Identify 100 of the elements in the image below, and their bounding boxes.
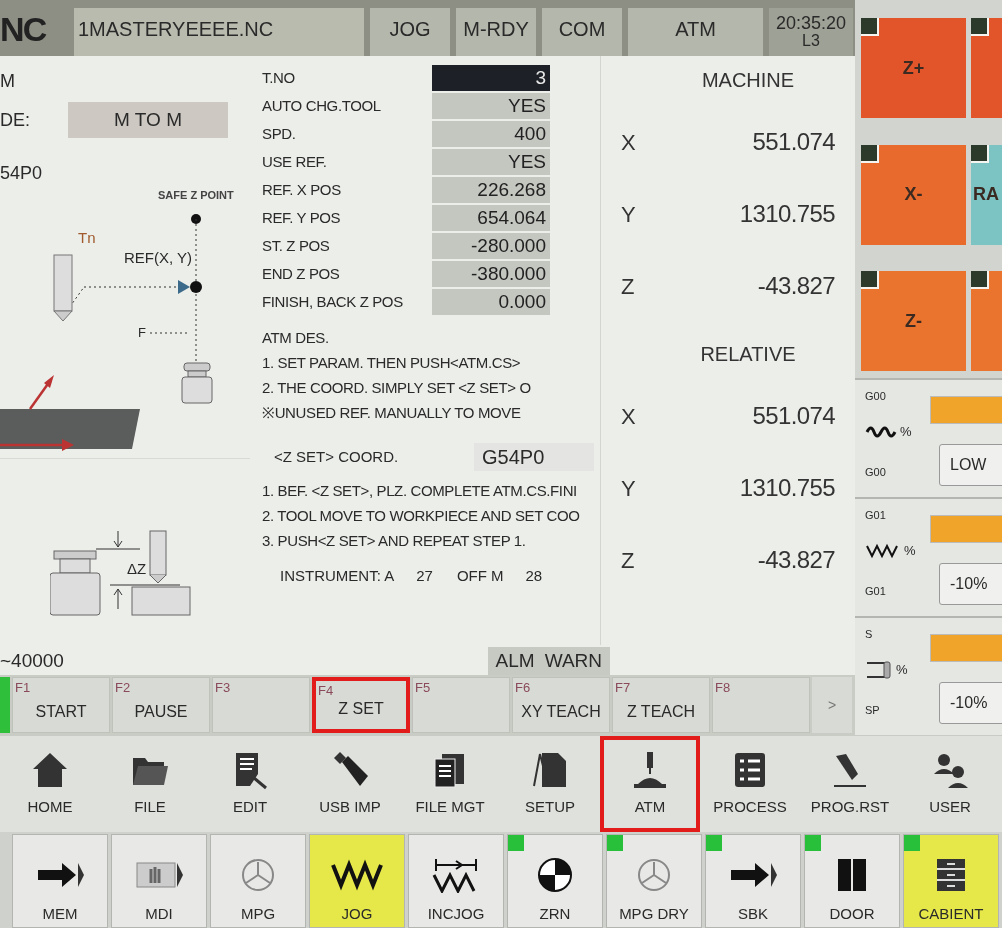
mode-button[interactable]: SBK	[705, 834, 801, 928]
line-label: L3	[802, 32, 820, 50]
key-number: F8	[715, 679, 731, 697]
axis-move-button[interactable]: X-	[861, 144, 966, 245]
key-number: F3	[215, 679, 231, 697]
logo: NC	[0, 9, 47, 50]
param-label: END Z POS	[262, 265, 341, 283]
menu-button[interactable]: FILE	[100, 736, 200, 832]
axis-value: 551.074	[752, 127, 835, 157]
function-key[interactable]: F2 PAUSE	[112, 677, 210, 733]
diagram-label: Tn	[78, 228, 96, 248]
instruction-line: 3. PUSH<Z SET> AND REPEAT STEP 1.	[262, 531, 527, 551]
param-label: USE REF.	[262, 153, 328, 171]
spindle-icon	[865, 660, 893, 680]
param-value[interactable]: 654.064	[432, 205, 550, 231]
percent-sign: %	[896, 661, 908, 680]
function-key[interactable]: F3	[212, 677, 310, 733]
key-number: F5	[415, 679, 431, 697]
param-label: FINISH, BACK Z POS	[262, 293, 404, 311]
param-value[interactable]: YES	[432, 93, 550, 119]
mode-button[interactable]: INCJOG	[408, 834, 504, 928]
menu-button[interactable]: USER	[900, 736, 1000, 832]
function-key[interactable]: F5	[412, 677, 510, 733]
axis-move-button[interactable]: Z+	[861, 18, 966, 118]
alarm-label: ALM	[495, 648, 535, 673]
axis-move-button[interactable]	[971, 18, 1002, 118]
function-key[interactable]: F6 XY TEACH	[512, 677, 610, 733]
percent-sign: %	[904, 542, 916, 560]
param-value[interactable]: 226.268	[432, 177, 550, 203]
mode-button[interactable]: MPG	[210, 834, 306, 928]
diagram-label: SAFE Z POINT	[158, 188, 234, 203]
mode-button[interactable]: ZRN	[507, 834, 603, 928]
mode-button[interactable]: MDI	[111, 834, 207, 928]
instrument-label: INSTRUMENT: A	[280, 566, 395, 586]
key-number: F7	[615, 679, 631, 697]
menu-button[interactable]: ATM	[600, 736, 700, 832]
function-key[interactable]: F8	[712, 677, 810, 733]
menu-button[interactable]: HOME	[0, 736, 100, 832]
override-label: G01	[865, 584, 886, 599]
axis-value: 1310.755	[739, 199, 835, 229]
param-value[interactable]: -380.000	[432, 261, 550, 287]
status-label: COM	[542, 8, 622, 56]
param-label: REF. X POS	[262, 181, 342, 199]
diagram-label: F	[138, 324, 146, 342]
mode-button[interactable]: DOOR	[804, 834, 900, 928]
section-title: ATM DES.	[262, 328, 330, 348]
menu-button[interactable]: EDIT	[200, 736, 300, 832]
override-button[interactable]: -10%	[939, 563, 1002, 605]
zset-value[interactable]: G54P0	[474, 443, 594, 471]
mode-button[interactable]: JOG	[309, 834, 405, 928]
menu-button[interactable]: PROCESS	[700, 736, 800, 832]
mode-value: M TO M	[68, 102, 228, 138]
delta-z-label: ΔZ	[127, 558, 147, 579]
key-number: F1	[15, 679, 31, 697]
mode-button[interactable]: CABIENT	[903, 834, 999, 928]
axis-value: 551.074	[752, 401, 835, 431]
mode-button[interactable]: MEM	[12, 834, 108, 928]
zigzag-icon	[865, 542, 901, 559]
param-value[interactable]: 400	[432, 121, 550, 147]
axis-value: -43.827	[757, 545, 835, 575]
override-label: G00	[865, 389, 886, 404]
menu-button[interactable]: PROG.RST	[800, 736, 900, 832]
section-title: RELATIVE	[699, 342, 796, 366]
mode-label: DE:	[0, 108, 30, 132]
menu-button[interactable]: SETUP	[500, 736, 600, 832]
mode-letter: M	[0, 70, 16, 93]
status-label: JOG	[370, 8, 450, 56]
override-label: SP	[865, 703, 880, 718]
key-number: F4	[318, 682, 334, 700]
menu-button[interactable]: FILE MGT	[400, 736, 500, 832]
file-name: 1MASTERYEEEE.NC	[74, 8, 364, 56]
axis-label: X	[621, 402, 636, 431]
override-button[interactable]: -10%	[939, 682, 1002, 724]
axis-move-button[interactable]: Z-	[861, 271, 966, 372]
key-number: F2	[115, 679, 131, 697]
function-key[interactable]: F1 START	[12, 677, 110, 733]
instruction-line: 2. TOOL MOVE TO WORKPIECE AND SET COO	[262, 506, 581, 526]
clock-time: 20:35:20	[775, 14, 847, 32]
menu-button[interactable]: USB IMP	[300, 736, 400, 832]
key-number: F6	[515, 679, 531, 697]
param-value[interactable]: 0.000	[432, 289, 550, 315]
percent-sign: %	[900, 423, 912, 441]
instrument-value: 28	[525, 566, 543, 586]
override-button[interactable]: LOW	[939, 444, 1002, 486]
zset-label: <Z SET> COORD.	[274, 446, 400, 467]
axis-move-button[interactable]	[971, 271, 1002, 372]
mode-button[interactable]: MPG DRY	[606, 834, 702, 928]
axis-value: -43.827	[757, 271, 835, 301]
param-value[interactable]: YES	[432, 149, 550, 175]
alarm-label: WARN	[544, 648, 602, 673]
param-value[interactable]: -280.000	[432, 233, 550, 259]
param-label: SPD.	[262, 125, 297, 143]
status-label: ATM	[628, 8, 763, 56]
axis-move-button[interactable]: RA	[971, 144, 1002, 245]
function-key[interactable]: F7 Z TEACH	[612, 677, 710, 733]
status-indicator	[0, 677, 10, 733]
function-key[interactable]: F4 Z SET	[312, 677, 410, 733]
axis-label: X	[621, 128, 636, 157]
param-value[interactable]: 3	[432, 65, 550, 91]
spindle-speed: ~40000	[0, 648, 64, 673]
